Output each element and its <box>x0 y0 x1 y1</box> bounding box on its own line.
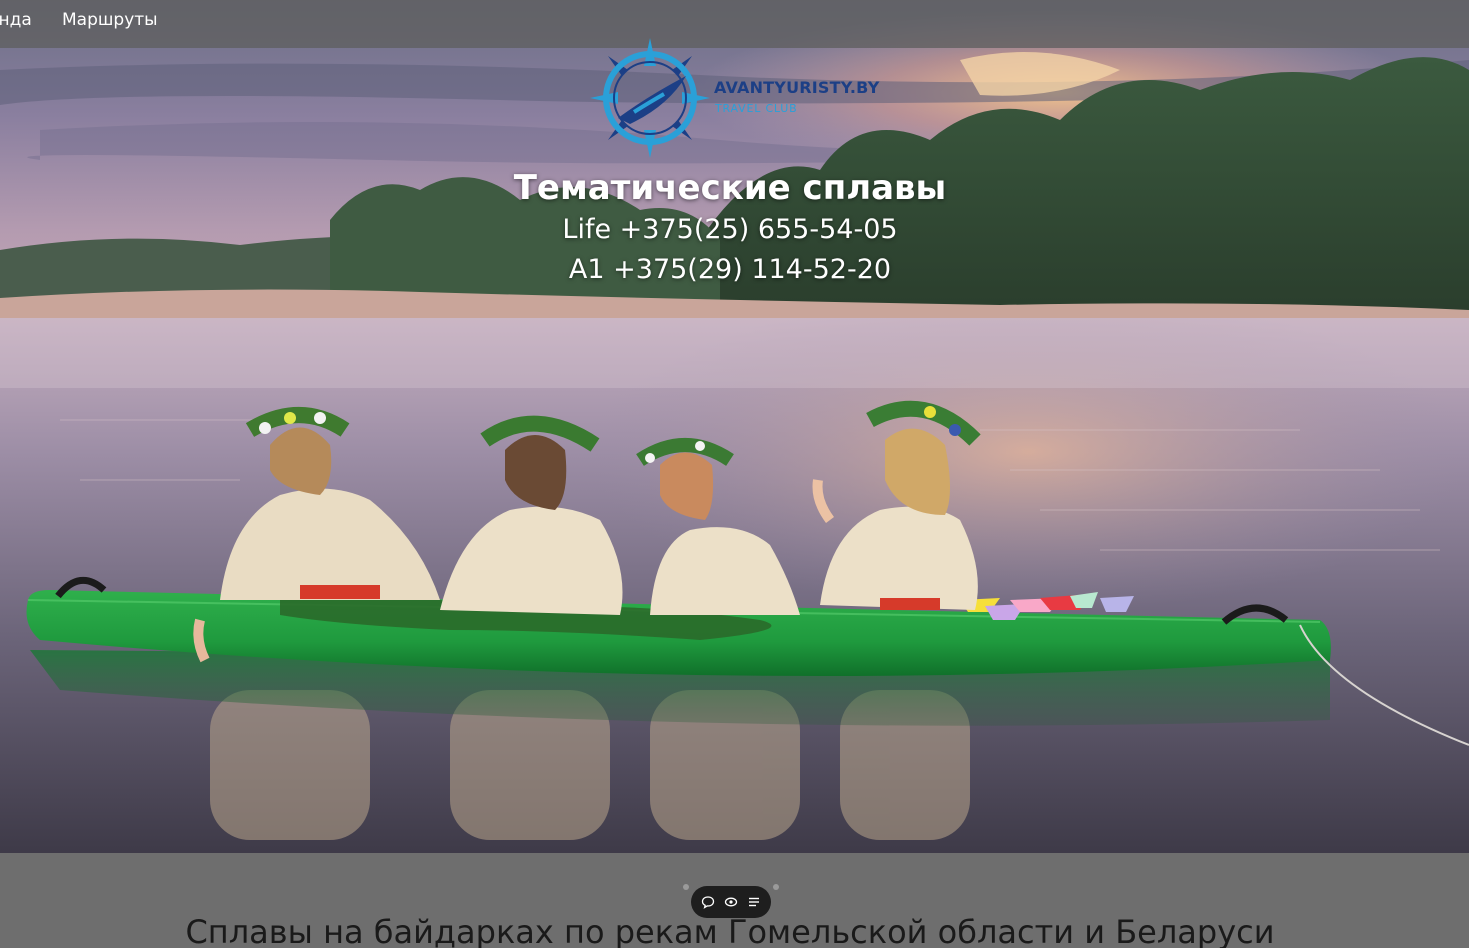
nav-item-rent[interactable]: енда <box>0 9 32 31</box>
nav-item-routes[interactable]: Маршруты <box>62 9 158 31</box>
phone-life[interactable]: Life +375(25) 655-54-05 <box>0 212 1460 248</box>
page: енда Маршруты AVANTYURISTY.BY TRAVEL CLU… <box>0 0 1469 948</box>
view-icon[interactable] <box>722 893 740 911</box>
phone-a1[interactable]: A1 +375(29) 114-52-20 <box>0 252 1460 288</box>
comment-icon[interactable] <box>699 893 717 911</box>
hero-title: Тематические сплавы <box>513 168 947 208</box>
list-icon[interactable] <box>745 893 763 911</box>
compass-kayak-logo-icon <box>590 38 710 158</box>
slider-dot[interactable] <box>683 884 689 890</box>
slider-dot[interactable] <box>773 884 779 890</box>
logo-name: AVANTYURISTY.BY <box>714 78 880 97</box>
logo-tagline: TRAVEL CLUB <box>715 102 798 115</box>
site-logo[interactable]: AVANTYURISTY.BY TRAVEL CLUB <box>588 36 888 160</box>
floating-toolbar <box>691 886 771 918</box>
